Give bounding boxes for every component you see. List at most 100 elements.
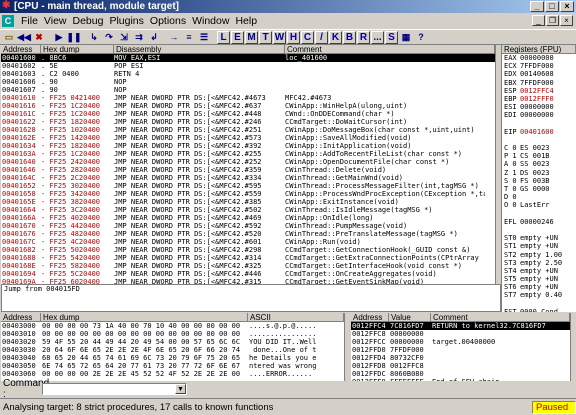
table-row[interactable]: 0012FFD8 0012FFC8 — [351, 362, 570, 370]
register-row[interactable]: ST1 empty +UN — [502, 242, 576, 250]
table-row[interactable]: 0040166A - FF25 4020400 JMP NEAR DWORD PTR… — [1, 214, 495, 222]
disassembly-pane[interactable]: Address Hex dump Disassembly Comment 004… — [1, 45, 495, 284]
table-row[interactable]: 0012FFE0FFFFFFFFEnd of SEH chain — [351, 378, 570, 381]
table-row[interactable]: 00401640 - FF25 2420400 JMP NEAR DWORD PTR… — [1, 158, 495, 166]
register-row[interactable]: D 0 — [502, 193, 576, 201]
table-row[interactable]: 00403060 00 00 00 00 2E 2E 2E 45 52 52 4F… — [1, 370, 344, 378]
table-row[interactable]: 00401676 - FF25 4820400 JMP NEAR DWORD PTR… — [1, 230, 495, 238]
table-row[interactable]: 00403020 59 4F 55 20 44 49 44 20 49 54 00… — [1, 338, 344, 346]
table-row[interactable]: 00401602 . 5E POP ESI — [1, 62, 495, 70]
register-row[interactable] — [502, 300, 576, 308]
register-row[interactable]: EBP 0012FFF0 — [502, 95, 576, 103]
register-row[interactable]: T 0 GS 0000 — [502, 185, 576, 193]
register-row[interactable]: EDX 00140608 — [502, 70, 576, 78]
col-hex-dump[interactable]: Hex dump — [41, 313, 248, 322]
col-hex-dump[interactable]: Hex dump — [41, 45, 114, 54]
register-row[interactable]: ST0 empty +UN — [502, 234, 576, 242]
table-row[interactable]: 00401694 - FF25 5C20400 JMP NEAR DWORD PTR… — [1, 270, 495, 278]
dump-scrollbar[interactable] — [344, 313, 350, 381]
register-row[interactable]: S 0 FS 003B — [502, 177, 576, 185]
toolbar-window-button[interactable]: R — [357, 30, 370, 44]
help-icon[interactable]: ? — [414, 31, 428, 44]
table-row[interactable]: 00401606 . 90 NOP — [1, 78, 495, 86]
step-over-icon[interactable]: ↷ — [102, 31, 116, 44]
mdi-minimize-button[interactable]: _ — [532, 15, 545, 26]
toolbar-window-button[interactable]: T — [259, 30, 272, 44]
table-row[interactable]: 0012FFD4 80732CF0 — [351, 354, 570, 362]
step-into-icon[interactable]: ↳ — [87, 31, 101, 44]
minimize-button[interactable]: _ — [530, 1, 544, 12]
table-row[interactable]: 00401616 - FF25 1C20400 JMP NEAR DWORD PTR… — [1, 102, 495, 110]
table-row[interactable]: 0040161C - FF25 1C20400 JMP NEAR DWORD PTR… — [1, 110, 495, 118]
toolbar-window-button[interactable]: S — [385, 30, 398, 44]
table-row[interactable]: 0012FFC4 7C816FD7 RETURN to kernel32.7C816… — [351, 322, 570, 330]
table-row[interactable]: 00401688 - FF25 5420400 JMP NEAR DWORD PTR… — [1, 254, 495, 262]
goto-icon[interactable]: → — [167, 31, 181, 44]
toolbar-window-button[interactable]: B — [343, 30, 356, 44]
cpu-window-icon[interactable]: C — [2, 15, 14, 27]
register-row[interactable]: ST4 empty +UN — [502, 267, 576, 275]
col-comment[interactable]: Comment — [285, 45, 495, 54]
col-comment[interactable]: Comment — [431, 313, 570, 322]
menu-help[interactable]: Help — [232, 15, 260, 27]
col-disassembly[interactable]: Disassembly — [114, 45, 285, 54]
register-row[interactable]: ST5 empty +UN — [502, 275, 576, 283]
table-row[interactable]: 00401622 - FF25 1820400 JMP NEAR DWORD PTR… — [1, 118, 495, 126]
rewind-icon[interactable]: ◀◀ — [17, 31, 31, 44]
table-row[interactable]: 00401664 - FF25 3C20400 JMP NEAR DWORD PTR… — [1, 206, 495, 214]
col-ascii[interactable]: ASCII — [248, 313, 344, 322]
toolbar-window-button[interactable]: / — [315, 30, 328, 44]
register-row[interactable] — [502, 136, 576, 144]
toolbar-window-button[interactable]: L — [217, 30, 230, 44]
dump-pane[interactable]: Address Hex dump ASCII 00403000 00 00 00 … — [1, 313, 344, 381]
toolbar-window-button[interactable]: W — [273, 30, 286, 44]
register-row[interactable] — [502, 226, 576, 234]
col-address[interactable]: Address — [1, 45, 41, 54]
table-row[interactable]: 00403030 20 64 6F 6E 65 2E 2E 2E 4F 6E 65… — [1, 346, 344, 354]
pause-icon[interactable]: ❚❚ — [66, 31, 81, 44]
register-row[interactable]: EIP 00401600 — [502, 128, 576, 136]
table-row[interactable]: 0040164C - FF25 2C20400 JMP NEAR DWORD PTR… — [1, 174, 495, 182]
toolbar-window-button[interactable]: C — [301, 30, 314, 44]
trace-over-icon[interactable]: ⇉ — [132, 31, 146, 44]
table-row[interactable]: 0040168E - FF25 5820400 JMP NEAR DWORD PTR… — [1, 262, 495, 270]
close-process-icon[interactable]: ✖ — [32, 31, 46, 44]
stack-scrollbar[interactable] — [570, 313, 576, 381]
table-row[interactable]: 0012FFD0 7FFDF000 — [351, 346, 570, 354]
col-value[interactable]: Value — [389, 313, 431, 322]
table-row[interactable]: 0012FFC8 00000000 — [351, 330, 570, 338]
menu-window[interactable]: Window — [189, 15, 232, 27]
register-row[interactable]: EDI 00000000 — [502, 111, 576, 119]
run-icon[interactable]: ▶ — [52, 31, 66, 44]
register-row[interactable]: A 0 SS 0023 — [502, 160, 576, 168]
register-row[interactable]: ESI 00000000 — [502, 103, 576, 111]
table-row[interactable]: 00401603 . C2 0400 RETN 4 — [1, 70, 495, 78]
menu-plugins[interactable]: Plugins — [106, 15, 146, 27]
grid-icon[interactable]: ▦ — [399, 31, 413, 44]
menu-options[interactable]: Options — [147, 15, 189, 27]
register-row[interactable]: ECX 7FFDF000 — [502, 62, 576, 70]
toolbar-window-button[interactable]: M — [245, 30, 258, 44]
register-row[interactable]: ESP 0012FFC4 — [502, 87, 576, 95]
table-row[interactable]: 0012FFCC 00000000 target.00400000 — [351, 338, 570, 346]
table-row[interactable]: 00401682 - FF25 5020400 JMP NEAR DWORD PTR… — [1, 246, 495, 254]
table-row[interactable]: 00401634 - FF25 1820400 JMP NEAR DWORD PTR… — [1, 142, 495, 150]
table-row[interactable]: 00403050 6E 74 65 72 65 64 20 77 61 73 20… — [1, 362, 344, 370]
table-row[interactable]: 00401652 - FF25 3020400 JMP NEAR DWORD PTR… — [1, 182, 495, 190]
register-row[interactable] — [502, 120, 576, 128]
list-icon[interactable]: ≡ — [182, 31, 196, 44]
table-row[interactable]: 00401670 - FF25 4420400 JMP NEAR DWORD PTR… — [1, 222, 495, 230]
table-row[interactable]: 0040162E - FF25 1420400 JMP NEAR DWORD PTR… — [1, 134, 495, 142]
table-row[interactable]: 0040167C - FF25 4C20400 JMP NEAR DWORD PTR… — [1, 238, 495, 246]
command-input[interactable]: ▼ — [42, 383, 187, 395]
table-row[interactable]: 00401628 - FF25 1020400 JMP NEAR DWORD PTR… — [1, 126, 495, 134]
col-address[interactable]: Address — [351, 313, 389, 322]
toolbar-window-button[interactable]: ... — [371, 30, 384, 44]
execute-till-return-icon[interactable]: ↲ — [147, 31, 161, 44]
register-row[interactable]: ST2 empty 1.00 — [502, 251, 576, 259]
register-row[interactable]: Z 1 DS 0023 — [502, 169, 576, 177]
register-row[interactable]: C 0 ES 0023 — [502, 144, 576, 152]
register-row[interactable]: O 0 LastErr — [502, 201, 576, 209]
register-row[interactable]: EBX 7FFDF000 — [502, 79, 576, 87]
register-row[interactable] — [502, 210, 576, 218]
